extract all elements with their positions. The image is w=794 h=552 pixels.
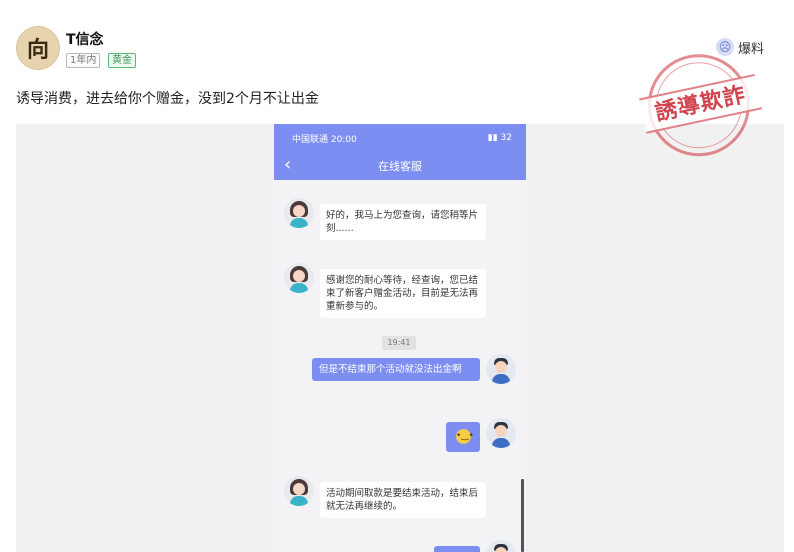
chat-message-self: 但是不结束那个活动就没法出金啊 (312, 358, 480, 381)
report-button[interactable]: ☹ 爆料 (716, 36, 764, 58)
author-avatar-glyph: 向 (26, 37, 49, 63)
chat-title-bar: ‹ 在线客服 (274, 152, 526, 180)
phone-status-bar: 中国联通 20:00 ▮▮ 32 (274, 124, 526, 152)
author-name[interactable]: T信念 (66, 29, 104, 49)
sad-face-icon: ☹ (716, 38, 734, 56)
chat-title: 在线客服 (378, 160, 422, 173)
attachment-image[interactable]: 中国联通 20:00 ▮▮ 32 ‹ 在线客服 好的，我马上为您查询，请您稍等片… (274, 124, 526, 552)
chat-scrollbar[interactable] (521, 479, 524, 552)
user-avatar (486, 540, 516, 552)
status-carrier-time: 中国联通 20:00 (292, 134, 357, 145)
time-tag: 1年内 (66, 53, 101, 68)
agent-avatar (284, 198, 314, 228)
emoji-icon: •‿• (456, 429, 474, 444)
author-avatar[interactable]: 向 (16, 26, 60, 70)
chat-message: 活动期间取款是要结束活动，结束后就无法再继续的。 (320, 482, 486, 518)
agent-avatar (284, 476, 314, 506)
chat-message: 感谢您的耐心等待，经查询，您已结束了新客户赠金活动，目前是无法再重新参与的。 (320, 269, 486, 318)
status-icons: ▮▮ 32 (488, 133, 512, 143)
chat-timestamp: 19:41 (382, 336, 416, 350)
report-label: 爆料 (738, 41, 765, 57)
post-headline: 诱导消费，进去给你个赠金，没到2个月不让出金 (16, 91, 319, 107)
chat-message-self-partial (434, 546, 480, 552)
back-arrow-icon[interactable]: ‹ (284, 154, 291, 175)
chat-message: 好的，我马上为您查询，请您稍等片刻...... (320, 204, 486, 240)
battery-icon: 32 (500, 133, 512, 143)
agent-avatar (284, 263, 314, 293)
signal-icon: ▮▮ (487, 133, 498, 143)
user-avatar (486, 354, 516, 384)
chat-message-emoji: •‿• (446, 422, 480, 452)
user-avatar (486, 418, 516, 448)
level-badge: 黄金 (108, 53, 136, 68)
